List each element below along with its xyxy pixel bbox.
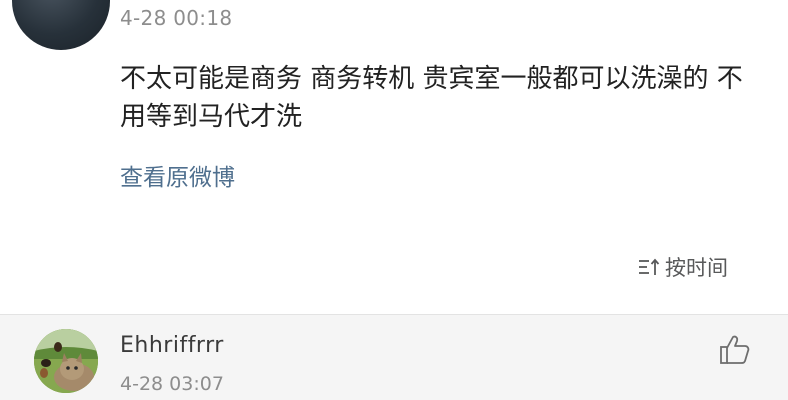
thumbs-up-icon — [720, 335, 750, 364]
reply-item: Ehhriffrrr 4-28 03:07 — [0, 315, 788, 400]
view-original-weibo-link[interactable]: 查看原微博 — [120, 158, 235, 192]
reply-timestamp: 4-28 03:07 — [120, 373, 224, 395]
comment-text: 不太可能是商务 商务转机 贵宾室一般都可以洗澡的 不用等到马代才洗 — [120, 64, 743, 132]
like-button[interactable] — [718, 333, 752, 367]
sort-by-time-button[interactable]: 按时间 — [638, 252, 728, 282]
reply-username[interactable]: Ehhriffrrr — [120, 333, 224, 358]
sort-label: 按时间 — [665, 256, 728, 280]
comment-card: 4-28 00:18 不太可能是商务 商务转机 贵宾室一般都可以洗澡的 不用等到… — [0, 0, 788, 314]
avatar[interactable] — [34, 329, 98, 393]
avatar[interactable] — [12, 0, 110, 50]
sort-icon — [639, 258, 660, 275]
comment-timestamp: 4-28 00:18 — [120, 6, 233, 30]
